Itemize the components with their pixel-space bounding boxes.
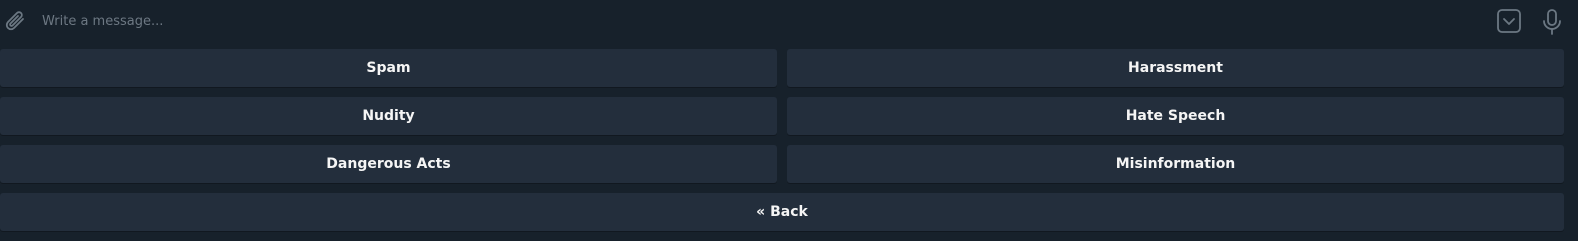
harassment-button[interactable]: Harassment — [787, 49, 1564, 87]
keyboard-row: Nudity Hate Speech — [0, 97, 1564, 135]
microphone-icon[interactable] — [1540, 8, 1564, 36]
nudity-button[interactable]: Nudity — [0, 97, 777, 135]
spam-button[interactable]: Spam — [0, 49, 777, 87]
misinformation-button[interactable]: Misinformation — [787, 145, 1564, 183]
keyboard-row: Spam Harassment — [0, 49, 1564, 87]
keyboard-toggle-icon[interactable] — [1496, 8, 1522, 34]
keyboard-row: Dangerous Acts Misinformation — [0, 145, 1564, 183]
back-button[interactable]: « Back — [0, 193, 1564, 231]
paperclip-icon[interactable] — [4, 9, 28, 35]
dangerous-acts-button[interactable]: Dangerous Acts — [0, 145, 777, 183]
message-input[interactable] — [42, 8, 1442, 34]
reply-keyboard: Spam Harassment Nudity Hate Speech Dange… — [0, 49, 1564, 241]
keyboard-row: « Back — [0, 193, 1564, 231]
message-composer — [0, 0, 1578, 44]
hate-speech-button[interactable]: Hate Speech — [787, 97, 1564, 135]
